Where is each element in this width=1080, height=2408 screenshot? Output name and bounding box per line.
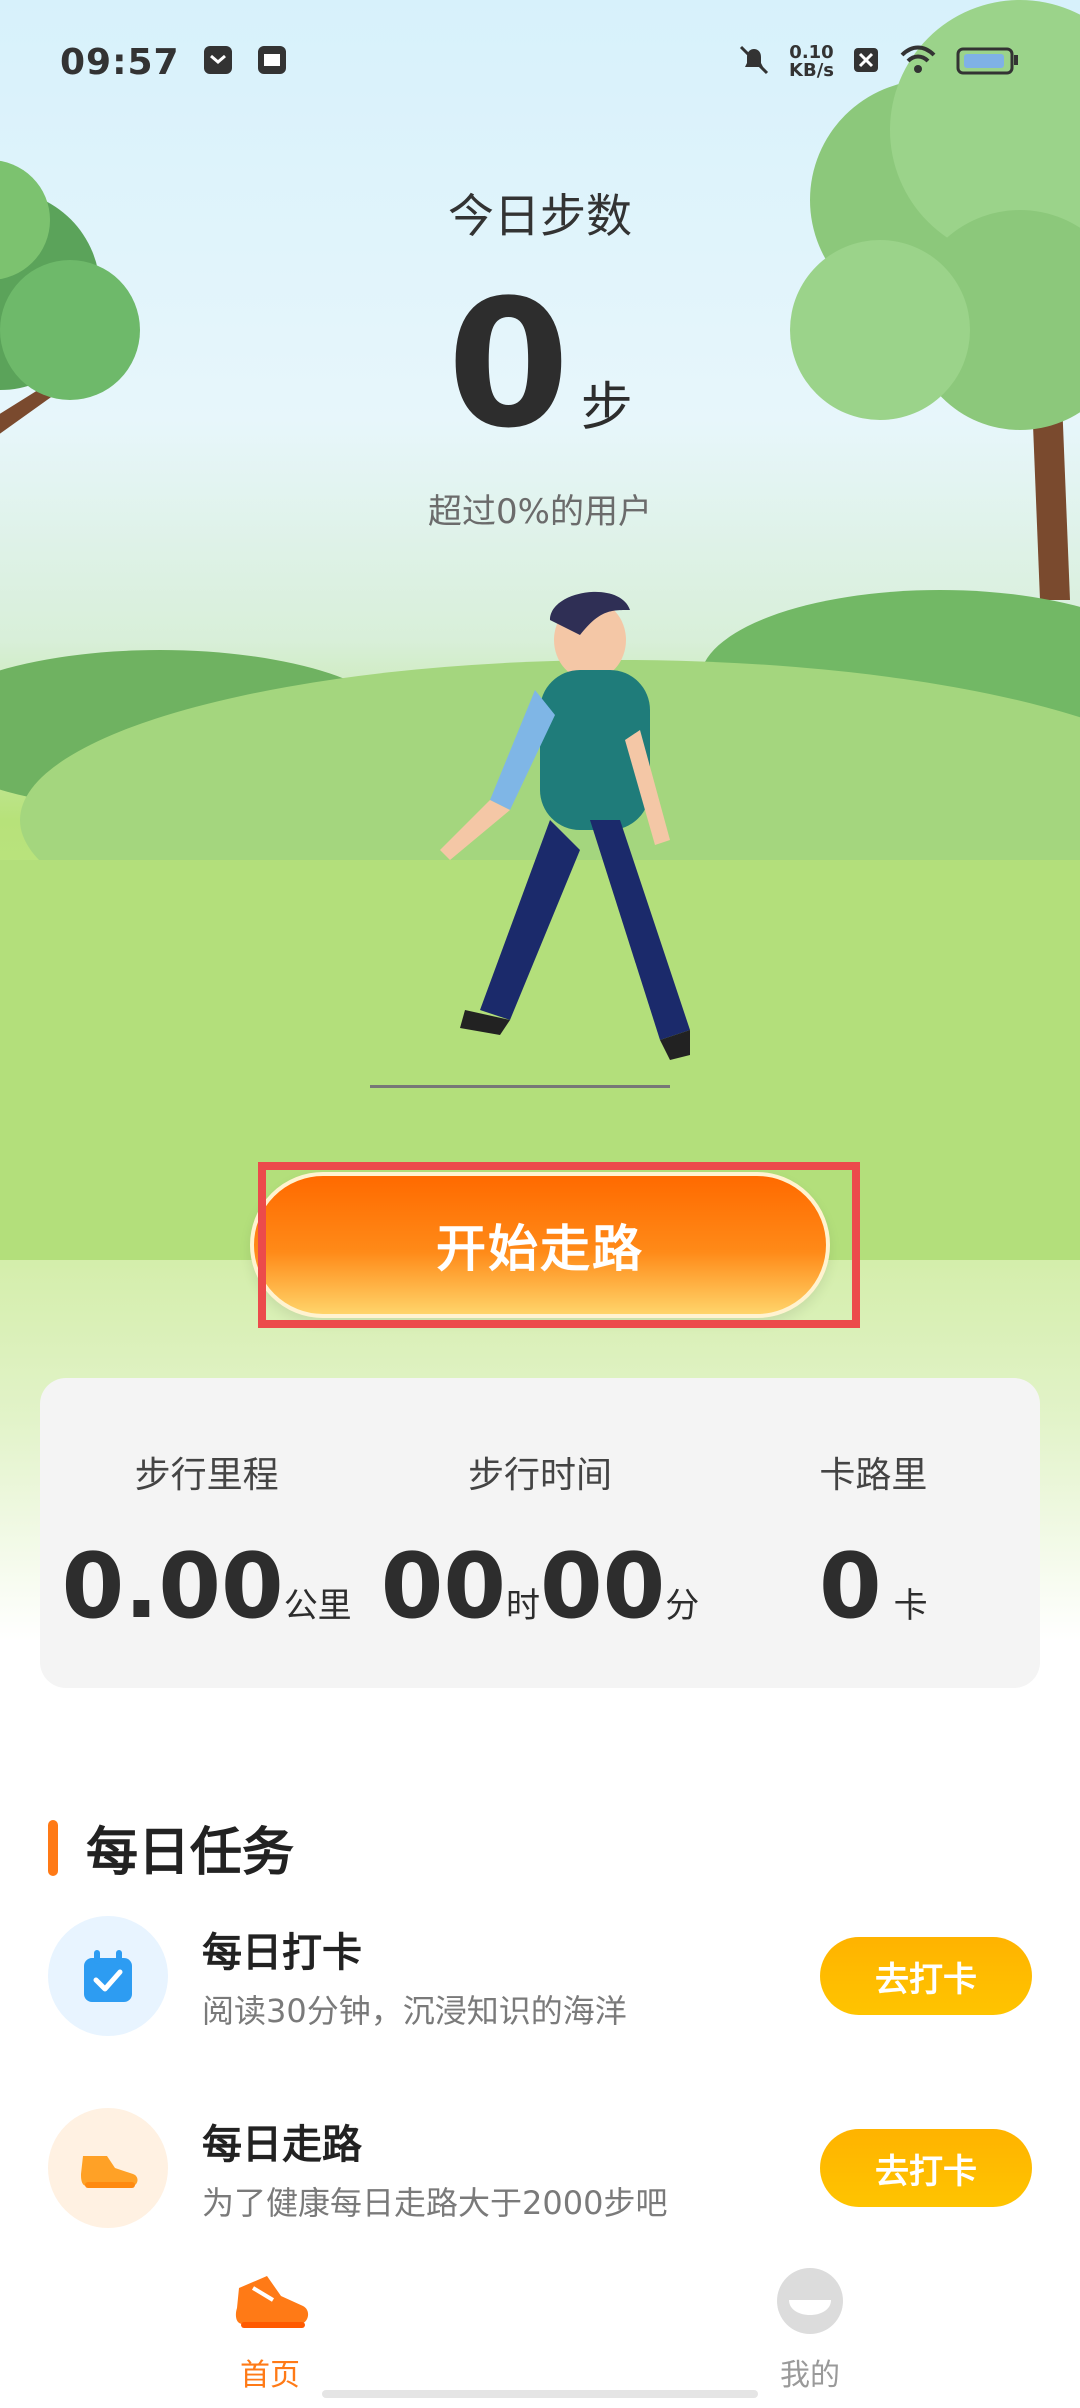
stat-time-hours-unit: 时 [505,1586,540,1626]
task-desc: 阅读30分钟，沉浸知识的海洋 [202,1992,627,2030]
nav-home-label: 首页 [240,2358,300,2393]
stat-time: 步行时间 00时00分 [373,1378,706,1688]
stat-calories: 卡路里 0卡 [707,1378,1040,1688]
stat-time-hours: 00 [380,1534,506,1639]
stat-distance-value-line: 0.00公里 [40,1534,373,1639]
steps-counter: 0 步 [0,270,1080,460]
tasks-section-header: 每日任务 [48,1810,294,1885]
walking-man-illustration [370,591,690,1088]
calendar-check-icon [48,1916,168,2036]
stat-distance-label: 步行里程 [134,1455,279,1496]
page-title: 今日步数 [448,189,632,243]
stat-distance-unit: 公里 [283,1586,352,1626]
stat-calories-value-line: 0卡 [707,1534,1040,1639]
battery-icon [956,43,1020,81]
profile-icon [775,2268,845,2340]
steps-unit: 步 [580,378,633,438]
stat-time-value-line: 00时00分 [373,1534,706,1639]
task-title: 每日走路 [202,2122,362,2168]
stat-time-minutes-unit: 分 [665,1586,700,1626]
stat-time-label: 步行时间 [467,1455,612,1496]
task-item-daily-walk: 每日走路 为了健康每日走路大于2000步吧 去打卡 [48,2108,1032,2228]
checkin-button[interactable]: 去打卡 [820,1937,1032,2015]
net-speed-unit: KB/s [789,60,834,81]
home-indicator [322,2390,758,2398]
sim-icon [256,44,288,80]
nav-home[interactable]: 首页 [170,2266,370,2394]
stat-calories-value: 0 [819,1534,882,1639]
shoe-icon [48,2108,168,2228]
nav-mine-label: 我的 [780,2358,840,2393]
notification-icon [202,44,234,80]
task-text: 每日打卡 阅读30分钟，沉浸知识的海洋 [202,1920,627,2032]
status-bar: 09:57 0.10 KB/s [0,0,1080,124]
stat-calories-unit: 卡 [893,1586,928,1626]
steps-value: 0 [447,262,570,467]
task-title: 每日打卡 [202,1930,362,1976]
close-icon [852,46,880,78]
task-desc: 为了健康每日走路大于2000步吧 [202,2184,668,2222]
stat-distance: 步行里程 0.00公里 [40,1378,373,1688]
task-item-daily-checkin: 每日打卡 阅读30分钟，沉浸知识的海洋 去打卡 [48,1916,1032,2036]
stat-time-minutes: 00 [539,1534,666,1639]
wifi-icon [898,43,938,81]
tasks-title: 每日任务 [86,1823,295,1883]
status-time: 09:57 [60,41,180,83]
network-speed: 0.10 KB/s [789,44,834,80]
start-walk-highlight [258,1162,860,1328]
mute-icon [737,43,771,81]
bottom-navigation: 首页 我的 [0,2250,1080,2408]
stat-calories-label: 卡路里 [819,1455,928,1496]
task-text: 每日走路 为了健康每日走路大于2000步吧 [202,2112,667,2224]
stat-distance-value: 0.00 [61,1534,284,1639]
section-accent-bar [48,1819,58,1876]
stats-card: 步行里程 0.00公里 步行时间 00时00分 卡路里 0卡 [40,1378,1040,1688]
home-shoe-icon [227,2276,313,2340]
exceed-users-text: 超过0%的用户 [428,492,652,532]
nav-mine[interactable]: 我的 [710,2266,910,2394]
walk-checkin-button[interactable]: 去打卡 [820,2129,1032,2207]
